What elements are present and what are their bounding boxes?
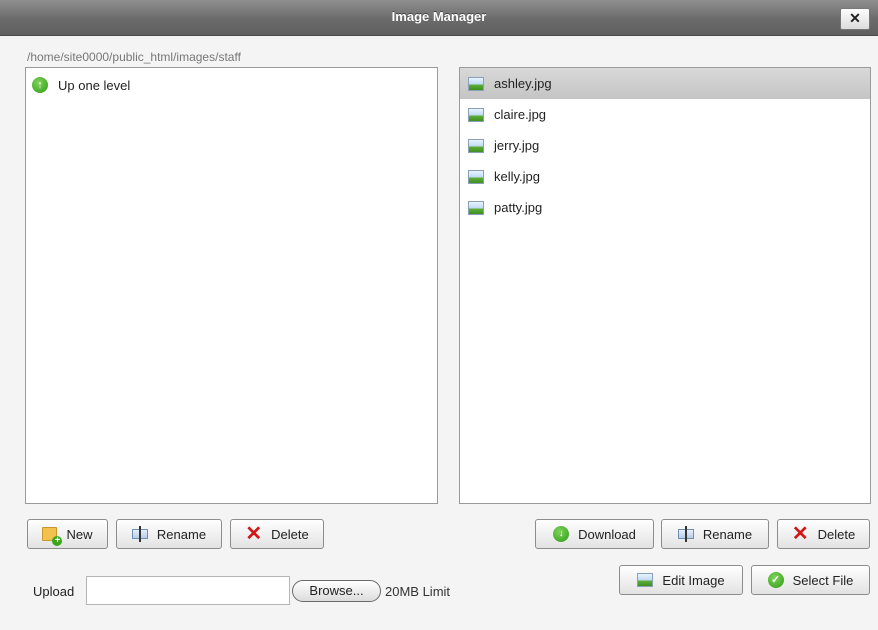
- rename-folder-button[interactable]: Rename: [116, 519, 222, 549]
- new-folder-button[interactable]: New: [27, 519, 108, 549]
- file-row-patty[interactable]: patty.jpg: [460, 192, 870, 223]
- rename-file-button[interactable]: Rename: [661, 519, 769, 549]
- upload-file-field[interactable]: [86, 576, 290, 605]
- browse-button[interactable]: Browse...: [292, 580, 381, 602]
- download-label: Download: [578, 526, 636, 542]
- image-file-icon: [468, 76, 484, 91]
- file-row-ashley[interactable]: ashley.jpg: [460, 68, 870, 99]
- edit-image-button[interactable]: Edit Image: [619, 565, 743, 595]
- file-name: claire.jpg: [494, 107, 547, 122]
- up-one-level-item[interactable]: ↑ Up one level: [26, 74, 437, 96]
- rename-folder-label: Rename: [156, 526, 207, 542]
- file-name: jerry.jpg: [494, 138, 540, 153]
- file-name: kelly.jpg: [494, 169, 541, 184]
- title-bar: Image Manager ✕: [0, 0, 878, 36]
- new-folder-label: New: [66, 526, 93, 542]
- file-name: ashley.jpg: [494, 76, 552, 91]
- close-button[interactable]: ✕: [840, 8, 870, 30]
- file-name: patty.jpg: [494, 200, 543, 215]
- delete-folder-button[interactable]: ✕ Delete: [230, 519, 324, 549]
- rename-file-label: Rename: [702, 526, 753, 542]
- arrow-up-circle-icon: ↑: [32, 77, 48, 93]
- new-folder-icon: [42, 527, 63, 546]
- up-one-level-label: Up one level: [58, 77, 131, 93]
- folder-list-panel: ↑ Up one level: [25, 67, 438, 504]
- delete-file-label: Delete: [817, 526, 856, 542]
- image-file-icon: [468, 200, 484, 215]
- image-file-icon: [468, 138, 484, 153]
- checkmark-icon: ✓: [767, 572, 784, 588]
- edit-image-label: Edit Image: [662, 572, 725, 588]
- file-list-panel: ashley.jpg claire.jpg jerry.jpg kelly.jp…: [459, 67, 871, 504]
- delete-folder-label: Delete: [271, 526, 309, 542]
- edit-image-icon: [637, 573, 654, 587]
- close-icon: ✕: [849, 10, 861, 26]
- delete-x-icon: ✕: [245, 523, 263, 545]
- rename-icon: [131, 526, 148, 542]
- select-file-button[interactable]: ✓ Select File: [751, 565, 870, 595]
- file-row-kelly[interactable]: kelly.jpg: [460, 161, 870, 192]
- download-button[interactable]: ↓ Download: [535, 519, 654, 549]
- download-icon: ↓: [553, 526, 570, 542]
- window-title: Image Manager: [391, 9, 487, 24]
- image-file-icon: [468, 107, 484, 122]
- upload-limit-text: 20MB Limit: [385, 584, 451, 599]
- image-file-icon: [468, 169, 484, 184]
- file-row-jerry[interactable]: jerry.jpg: [460, 130, 870, 161]
- file-row-claire[interactable]: claire.jpg: [460, 99, 870, 130]
- current-path: /home/site0000/public_html/images/staff: [27, 50, 241, 64]
- delete-file-button[interactable]: ✕ Delete: [777, 519, 870, 549]
- upload-label: Upload: [33, 584, 75, 599]
- rename-icon: [677, 526, 694, 542]
- delete-x-icon: ✕: [791, 523, 809, 545]
- select-file-label: Select File: [792, 572, 854, 588]
